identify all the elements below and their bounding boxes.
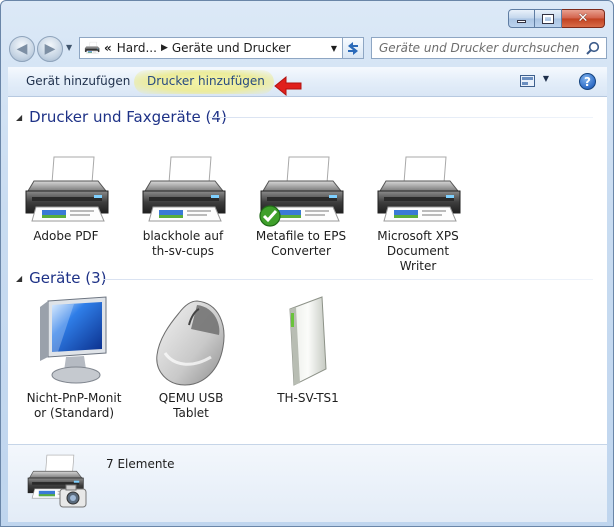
- device-item[interactable]: Nicht-PnP-Monit or (Standard): [24, 295, 124, 421]
- device-label-line1: QEMU USB: [158, 391, 224, 405]
- navigation-bar: ◀ ▶ ▼ « Hard... ▶ Geräte und Drucker ▼ G…: [9, 34, 607, 62]
- printer-item[interactable]: Adobe PDF: [16, 155, 116, 244]
- devices-content-area: ◢ Drucker und Faxgeräte (4) Adobe PDF bl…: [8, 97, 607, 444]
- refresh-icon[interactable]: [342, 37, 364, 59]
- search-placeholder: Geräte und Drucker durchsuchen: [379, 41, 580, 55]
- add-device-button[interactable]: Gerät hinzufügen: [26, 74, 130, 88]
- group-title-devices: Geräte (3): [29, 269, 107, 287]
- device-item[interactable]: TH-SV-TS1: [258, 295, 358, 406]
- printer-label-line1: Metafile to EPS: [255, 229, 347, 243]
- device-item[interactable]: QEMU USB Tablet: [141, 295, 241, 421]
- breadcrumb-devices-printers[interactable]: Geräte und Drucker: [172, 41, 291, 55]
- back-arrow-icon[interactable]: ◀: [9, 36, 35, 62]
- group-header-devices[interactable]: ◢ Geräte (3): [16, 269, 107, 287]
- help-icon[interactable]: ?: [579, 73, 596, 90]
- address-dropdown-icon[interactable]: ▼: [325, 38, 342, 58]
- breadcrumb-separator-icon[interactable]: ▶: [161, 43, 168, 53]
- details-pane: 7 Elemente: [8, 444, 607, 522]
- explorer-window: ✕ ◀ ▶ ▼ « Hard... ▶ Geräte und Drucker ▼…: [0, 0, 614, 527]
- search-icon[interactable]: [585, 41, 600, 56]
- device-label-line2: Tablet: [173, 406, 209, 420]
- close-icon[interactable]: ✕: [562, 9, 605, 28]
- printer-item[interactable]: Metafile to EPS Converter: [251, 155, 351, 259]
- printer-label-line2: Document Writer: [386, 244, 450, 273]
- default-printer-check-icon: [259, 205, 281, 227]
- red-arrow-annotation-icon: [274, 75, 302, 97]
- devices-printers-icon: [24, 453, 90, 513]
- view-options-dropdown-icon[interactable]: ▼: [543, 74, 549, 83]
- collapse-triangle-icon[interactable]: ◢: [16, 113, 22, 122]
- maximize-icon[interactable]: [535, 9, 562, 28]
- item-count: 7 Elemente: [106, 457, 175, 471]
- device-label-line1: Nicht-PnP-Monit: [26, 391, 122, 405]
- recent-pages-dropdown-icon[interactable]: ▼: [66, 43, 74, 52]
- device-label-line2: or (Standard): [33, 406, 115, 420]
- address-prefix[interactable]: «: [104, 41, 112, 55]
- collapse-triangle-icon[interactable]: ◢: [16, 274, 22, 283]
- address-bar[interactable]: « Hard... ▶ Geräte und Drucker ▼: [79, 37, 343, 59]
- printer-icon: [372, 155, 464, 227]
- add-printer-button[interactable]: Drucker hinzufügen: [147, 74, 265, 88]
- group-divider: [208, 117, 593, 118]
- monitor-icon: [40, 296, 107, 384]
- printer-item[interactable]: Microsoft XPS Document Writer: [368, 155, 468, 274]
- devices-printers-small-icon: [84, 41, 100, 55]
- printer-icon: [20, 155, 112, 227]
- change-view-icon[interactable]: [520, 75, 535, 87]
- forward-arrow-icon[interactable]: ▶: [37, 36, 63, 62]
- printer-label-line2: Converter: [271, 244, 331, 258]
- caption-buttons: ✕: [508, 9, 605, 28]
- group-header-printers[interactable]: ◢ Drucker und Faxgeräte (4): [16, 108, 227, 126]
- group-title-printers: Drucker und Faxgeräte (4): [29, 108, 227, 126]
- command-bar: Gerät hinzufügen Drucker hinzufügen ▼ ?: [8, 67, 607, 97]
- group-divider: [103, 279, 593, 280]
- printer-item[interactable]: blackhole auf th-sv-cups: [133, 155, 233, 259]
- printer-icon: [137, 155, 229, 227]
- printer-label-line1: Microsoft XPS: [377, 229, 459, 243]
- device-label-line1: TH-SV-TS1: [277, 391, 339, 405]
- printer-label-line2: th-sv-cups: [151, 244, 215, 258]
- breadcrumb-hardware[interactable]: Hard...: [117, 41, 157, 55]
- minimize-icon[interactable]: [508, 9, 535, 28]
- printer-label-line1: Adobe PDF: [33, 229, 99, 243]
- mouse-icon: [156, 300, 225, 386]
- printer-label-line1: blackhole auf: [142, 229, 224, 243]
- search-input[interactable]: Geräte und Drucker durchsuchen: [371, 37, 607, 59]
- computer-tower-icon: [289, 296, 327, 386]
